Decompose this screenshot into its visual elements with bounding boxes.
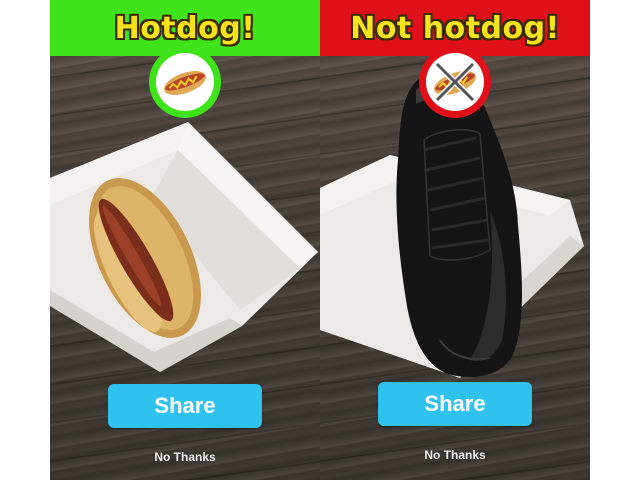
hotdog-result-panel: Hotdog! Share No Thanks [50,0,320,480]
result-title: Not hotdog! [350,10,560,46]
result-badge [149,46,221,118]
share-button[interactable]: Share [378,382,532,426]
no-thanks-link[interactable]: No Thanks [320,448,590,462]
not-hotdog-result-panel: Not hotdog! Share No Thanks [320,0,590,480]
share-button[interactable]: Share [108,384,262,428]
crossed-out-hotdog-icon [434,61,476,103]
result-badge [419,46,491,118]
result-title: Hotdog! [114,10,256,46]
no-thanks-link[interactable]: No Thanks [50,450,320,464]
hotdog-icon [164,70,206,96]
